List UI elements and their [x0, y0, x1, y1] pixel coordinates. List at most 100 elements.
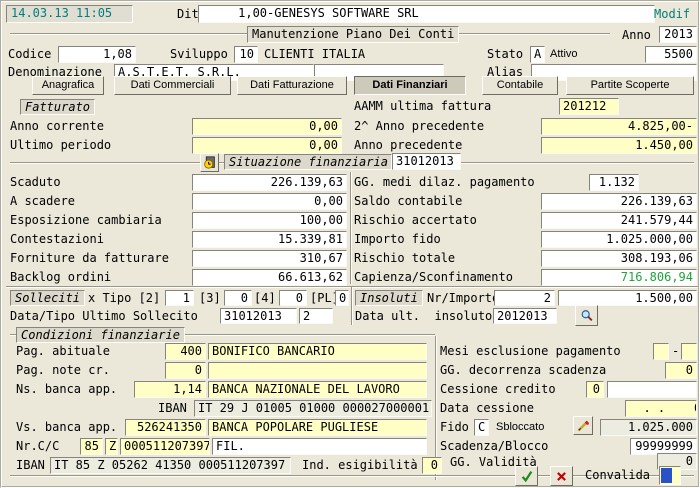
sviluppo-label: Sviluppo — [170, 46, 228, 63]
fido-importo-field[interactable]: 1.025.000 — [600, 419, 697, 436]
cessione-desc-field[interactable] — [607, 381, 697, 398]
ultimo-periodo-label: Ultimo periodo — [10, 137, 111, 154]
pag-note-desc-field[interactable] — [208, 362, 427, 379]
situazione-date-field[interactable]: 31012013 — [392, 153, 461, 170]
gg-decorrenza-label: GG. decorrenza scadenza — [440, 362, 606, 379]
fido-tipo-field[interactable]: C — [474, 419, 489, 436]
insoluto-lookup-button[interactable] — [575, 305, 598, 326]
tab-dati-fatturazione[interactable]: Dati Fatturazione — [237, 76, 347, 95]
convalida-indicator[interactable] — [659, 466, 681, 485]
anno-corrente-field[interactable]: 0,00 — [192, 118, 342, 135]
ns-banca-code-field[interactable]: 1,14 — [134, 381, 206, 398]
tab-partite-scoperte[interactable]: Partite Scoperte — [566, 76, 694, 95]
modif-link[interactable]: Modif — [654, 6, 690, 23]
confirm-button[interactable] — [515, 466, 538, 486]
esposizione-field[interactable]: 100,00 — [192, 212, 347, 229]
aamm-ultima-fattura-label: AAMM ultima fattura — [354, 98, 491, 115]
forniture-label: Forniture da fatturare — [10, 250, 169, 267]
clock-document-icon — [203, 156, 216, 169]
tab-contabile[interactable]: Contabile — [482, 76, 558, 95]
gg-decorrenza-field[interactable]: 0 — [665, 362, 697, 379]
data-ultimo-insoluto-field[interactable]: 2012013 — [493, 308, 557, 324]
insoluti-nr-importo-label: Nr/Importo — [427, 290, 499, 307]
vs-banca-desc-field[interactable]: BANCA POPOLARE PUGLIESE — [208, 419, 427, 436]
x-icon — [555, 470, 568, 483]
tab-dati-finanziari[interactable]: Dati Finanziari — [354, 76, 466, 95]
insoluti-nr-field[interactable]: 2 — [494, 290, 555, 306]
ns-banca-label: Ns. banca app. — [16, 381, 117, 398]
forniture-field[interactable]: 310,67 — [192, 250, 347, 267]
tipo-ultimo-sollecito-field[interactable]: 2 — [299, 308, 333, 324]
data-cessione-label: Data cessione — [440, 400, 534, 417]
solleciti-tipo4-field[interactable]: 0 — [279, 290, 307, 306]
pag-note-code-field[interactable]: 0 — [165, 362, 206, 379]
ns-banca-desc-field[interactable]: BANCA NAZIONALE DEL LAVORO — [208, 381, 427, 398]
capienza-field[interactable]: 716.806,94 — [541, 269, 697, 286]
data-cessione-field[interactable]: . . 0 — [625, 400, 697, 417]
iban2-field[interactable]: IT 85 Z 05262 41350 000511207397 — [50, 457, 291, 474]
rischio-totale-field[interactable]: 308.193,06 — [541, 250, 697, 267]
stato-field[interactable]: A — [530, 46, 545, 63]
tab-anagrafica[interactable]: Anagrafica — [32, 76, 104, 95]
section-label-fatturato: Fatturato — [20, 99, 95, 115]
mesi-esclusione-a-field[interactable] — [681, 343, 697, 360]
rischio-accertato-field[interactable]: 241.579,44 — [541, 212, 697, 229]
anno-prec-field[interactable]: 1.450,00 — [541, 137, 697, 154]
pag-abituale-desc-field[interactable]: BONIFICO BANCARIO — [208, 343, 427, 360]
section-label-insoluti: Insoluti — [355, 290, 423, 306]
convalida-indicator-fill — [661, 468, 672, 483]
a-scadere-field[interactable]: 0,00 — [192, 193, 347, 210]
ncc-abi-field[interactable]: 85 — [80, 438, 103, 455]
conto-field[interactable]: 5500 — [645, 46, 697, 63]
fido-edit-button[interactable] — [573, 416, 593, 435]
saldo-contabile-field[interactable]: 226.139,63 — [541, 193, 697, 210]
anno-prec2-field[interactable]: 4.825,00- — [541, 118, 697, 135]
stato-desc: Attivo — [550, 46, 578, 63]
insoluti-importo-field[interactable]: 1.500,00 — [558, 290, 697, 306]
datetime-display: 14.03.13 11:05 — [6, 5, 133, 23]
magnifier-icon — [580, 309, 594, 323]
page-title: Manutenzione Piano Dei Conti — [247, 26, 459, 43]
contestazioni-field[interactable]: 15.339,81 — [192, 231, 347, 248]
gg-dilaz-field[interactable]: 1.132 — [589, 174, 639, 191]
solleciti-tipo3-field[interactable]: 0 — [224, 290, 252, 306]
sviluppo-field[interactable]: 10 — [234, 46, 258, 63]
pag-abituale-code-field[interactable]: 400 — [165, 343, 206, 360]
solleciti-tipo2-field[interactable]: 1 — [165, 290, 194, 306]
data-tipo-sollecito-label: Data/Tipo Ultimo Sollecito — [10, 308, 198, 325]
scaduto-field[interactable]: 226.139,63 — [192, 174, 347, 191]
data-ultimo-sollecito-field[interactable]: 31012013 — [220, 308, 297, 324]
importo-fido-field[interactable]: 1.025.000,00 — [541, 231, 697, 248]
pag-abituale-label: Pag. abituale — [16, 343, 110, 360]
section-label-solleciti: Solleciti — [10, 290, 85, 306]
ncc-cin-field[interactable]: Z — [105, 438, 118, 455]
iban1-label: IBAN — [158, 400, 187, 417]
ncc-label: Nr.C/C — [16, 438, 59, 455]
tab-dati-commerciali[interactable]: Dati Commerciali — [114, 76, 231, 95]
importo-fido-label: Importo fido — [354, 231, 441, 248]
aamm-ultima-fattura-field[interactable]: 201212 — [559, 98, 619, 115]
ncc-numero-field[interactable]: 000511207397 — [120, 438, 210, 455]
esigibilita-field[interactable]: 0 — [422, 457, 442, 474]
solleciti-tipopl-field[interactable]: 0 — [335, 290, 349, 306]
anno-field[interactable]: 2013 — [659, 26, 697, 43]
backlog-field[interactable]: 66.613,62 — [192, 269, 347, 286]
solleciti-tipo-label: x Tipo [2] — [88, 290, 160, 307]
cancel-button[interactable] — [550, 466, 573, 486]
a-scadere-label: A scadere — [10, 193, 75, 210]
iban1-field[interactable]: IT 29 J 01005 01000 000027000001 — [194, 400, 432, 417]
mesi-esclusione-da-field[interactable] — [653, 343, 669, 360]
fido-label: Fido — [440, 419, 469, 436]
stato-label: Stato — [487, 46, 523, 63]
app-window: 14.03.13 11:05 Ditta 1,00-GENESYS SOFTWA… — [0, 0, 700, 488]
codice-field[interactable]: 1,08 — [58, 46, 136, 63]
ultimo-periodo-field[interactable]: 0,00 — [192, 137, 342, 154]
situazione-report-button[interactable] — [200, 153, 219, 172]
anno-prec2-label: 2^ Anno precedente — [354, 118, 484, 135]
cessione-credito-field[interactable]: 0 — [586, 381, 604, 398]
ditta-field[interactable]: 1,00-GENESYS SOFTWARE SRL — [198, 5, 655, 23]
pen-icon — [577, 419, 590, 432]
ncc-filiale-field[interactable]: FIL. — [212, 438, 427, 455]
vs-banca-code-field[interactable]: 526241350 — [125, 419, 206, 436]
cessione-credito-label: Cessione credito — [440, 381, 556, 398]
